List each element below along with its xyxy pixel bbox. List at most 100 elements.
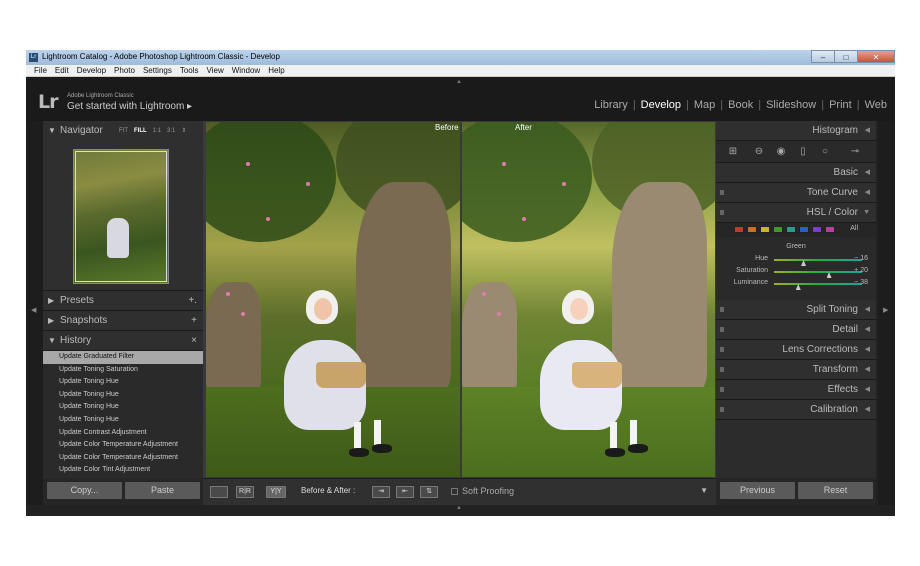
copy-after-to-before-button[interactable]: ⇤	[396, 486, 414, 498]
navigator-title[interactable]: Navigator	[60, 121, 103, 141]
history-item[interactable]: Update Color Temperature Adjustment	[43, 439, 203, 452]
history-item[interactable]: Update Toning Hue	[43, 401, 203, 414]
menu-settings[interactable]: Settings	[139, 65, 176, 76]
reset-button[interactable]: Reset	[798, 482, 873, 499]
radial-filter-icon[interactable]: ○	[818, 145, 832, 158]
lens-corrections-panel-header[interactable]: Lens Corrections ◀	[716, 340, 876, 360]
swatch-purple[interactable]	[812, 226, 822, 233]
previous-button[interactable]: Previous	[720, 482, 795, 499]
expand-filmstrip-icon[interactable]: ▲	[456, 505, 462, 511]
red-eye-icon[interactable]: ◉	[774, 145, 788, 158]
history-item[interactable]: Update Toning Hue	[43, 414, 203, 427]
menu-develop[interactable]: Develop	[73, 65, 110, 76]
before-after-lr-button[interactable]: R|R	[236, 486, 254, 498]
collapse-left-icon[interactable]: ◀	[31, 306, 36, 314]
menu-file[interactable]: File	[30, 65, 51, 76]
detail-panel-header[interactable]: Detail ◀	[716, 320, 876, 340]
menu-edit[interactable]: Edit	[51, 65, 73, 76]
menu-view[interactable]: View	[203, 65, 228, 76]
history-item[interactable]: Update Toning Saturation	[43, 364, 203, 377]
basic-panel-header[interactable]: Basic ◀	[716, 163, 876, 183]
presets-panel-header[interactable]: ▶ Presets +.	[43, 291, 203, 311]
zoom-1-1[interactable]: 1:1	[153, 121, 161, 141]
panel-switch-icon[interactable]	[720, 407, 724, 412]
add-preset-icon[interactable]: +.	[188, 291, 197, 311]
navigator-view-rect[interactable]	[75, 151, 167, 282]
split-toning-panel-header[interactable]: Split Toning ◀	[716, 300, 876, 320]
zoom-arrows-icon[interactable]: ⇕	[181, 121, 186, 141]
paste-button[interactable]: Paste	[125, 482, 200, 499]
zoom-3-1[interactable]: 3:1	[167, 121, 175, 141]
zoom-fill[interactable]: FILL	[134, 121, 147, 141]
panel-switch-icon[interactable]	[720, 367, 724, 372]
spot-removal-icon[interactable]: ⊖	[752, 145, 766, 158]
menu-photo[interactable]: Photo	[110, 65, 139, 76]
swatch-red[interactable]	[734, 226, 744, 233]
swatch-magenta[interactable]	[825, 226, 835, 233]
history-item[interactable]: Update Color Tint Adjustment	[43, 464, 203, 477]
panel-switch-icon[interactable]	[720, 190, 724, 195]
luminance-slider-track[interactable]	[774, 283, 862, 290]
soft-proofing-toggle[interactable]: Soft Proofing	[451, 486, 514, 496]
before-after-split-button[interactable]: Y|Y	[266, 486, 286, 498]
before-photo[interactable]	[206, 122, 460, 477]
panel-switch-icon[interactable]	[720, 347, 724, 352]
module-slideshow[interactable]: Slideshow	[766, 99, 816, 111]
history-item[interactable]: Update Toning Hue	[43, 376, 203, 389]
swap-before-after-button[interactable]: ⇅	[420, 486, 438, 498]
snapshots-panel-header[interactable]: ▶ Snapshots +	[43, 311, 203, 331]
slider-value[interactable]: + 20	[854, 267, 868, 274]
tone-curve-panel-header[interactable]: Tone Curve ◀	[716, 183, 876, 203]
after-photo[interactable]	[462, 122, 715, 477]
swatch-blue[interactable]	[799, 226, 809, 233]
panel-switch-icon[interactable]	[720, 387, 724, 392]
module-web[interactable]: Web	[865, 99, 887, 111]
module-book[interactable]: Book	[728, 99, 753, 111]
history-item[interactable]: Update Graduated Filter	[43, 351, 203, 364]
toolbar-menu-icon[interactable]: ▼	[700, 486, 708, 495]
crop-tool-icon[interactable]: ⊞	[726, 145, 740, 158]
effects-panel-header[interactable]: Effects ◀	[716, 380, 876, 400]
history-item[interactable]: Update Contrast Adjustment	[43, 427, 203, 440]
calibration-panel-header[interactable]: Calibration ◀	[716, 400, 876, 420]
swatch-yellow[interactable]	[760, 226, 770, 233]
maximize-button[interactable]: □	[834, 50, 858, 63]
slider-thumb[interactable]	[826, 272, 832, 278]
soft-proofing-checkbox[interactable]	[451, 488, 458, 496]
copy-before-to-after-button[interactable]: ⇥	[372, 486, 390, 498]
panel-switch-icon[interactable]	[720, 327, 724, 332]
menu-tools[interactable]: Tools	[176, 65, 203, 76]
menu-help[interactable]: Help	[264, 65, 288, 76]
zoom-fit[interactable]: FIT	[119, 121, 128, 141]
collapse-top-icon[interactable]: ▲	[456, 79, 462, 85]
adjustment-brush-icon[interactable]: ⊸	[844, 145, 866, 158]
history-item[interactable]: Update Toning Hue	[43, 389, 203, 402]
swatch-orange[interactable]	[747, 226, 757, 233]
clear-history-icon[interactable]: ×	[191, 331, 197, 351]
module-print[interactable]: Print	[829, 99, 852, 111]
collapse-right-icon[interactable]: ▶	[883, 306, 888, 314]
histogram-panel-header[interactable]: Histogram ◀	[716, 121, 876, 141]
loupe-view-button[interactable]	[210, 486, 228, 498]
triangle-down-icon[interactable]: ▼	[48, 121, 56, 141]
add-snapshot-icon[interactable]: +	[191, 311, 197, 331]
menu-window[interactable]: Window	[228, 65, 264, 76]
module-map[interactable]: Map	[694, 99, 715, 111]
copy-button[interactable]: Copy...	[47, 482, 122, 499]
close-button[interactable]: ✕	[857, 50, 895, 63]
transform-panel-header[interactable]: Transform ◀	[716, 360, 876, 380]
slider-value[interactable]: − 38	[854, 279, 868, 286]
get-started-link[interactable]: Get started with Lightroom ▸	[67, 101, 192, 112]
slider-value[interactable]: − 16	[854, 255, 868, 262]
navigator-preview[interactable]	[73, 149, 169, 284]
module-develop[interactable]: Develop	[641, 99, 681, 111]
minimize-button[interactable]: –	[811, 50, 835, 63]
module-library[interactable]: Library	[594, 99, 628, 111]
saturation-slider-track[interactable]	[774, 271, 862, 278]
swatch-green[interactable]	[773, 226, 783, 233]
hue-slider-track[interactable]	[774, 259, 862, 266]
hsl-panel-header[interactable]: HSL / Color ▼	[716, 203, 876, 223]
panel-switch-icon[interactable]	[720, 210, 724, 215]
hsl-all-tab[interactable]: All	[850, 225, 858, 232]
history-item[interactable]: Update Color Temperature Adjustment	[43, 452, 203, 465]
